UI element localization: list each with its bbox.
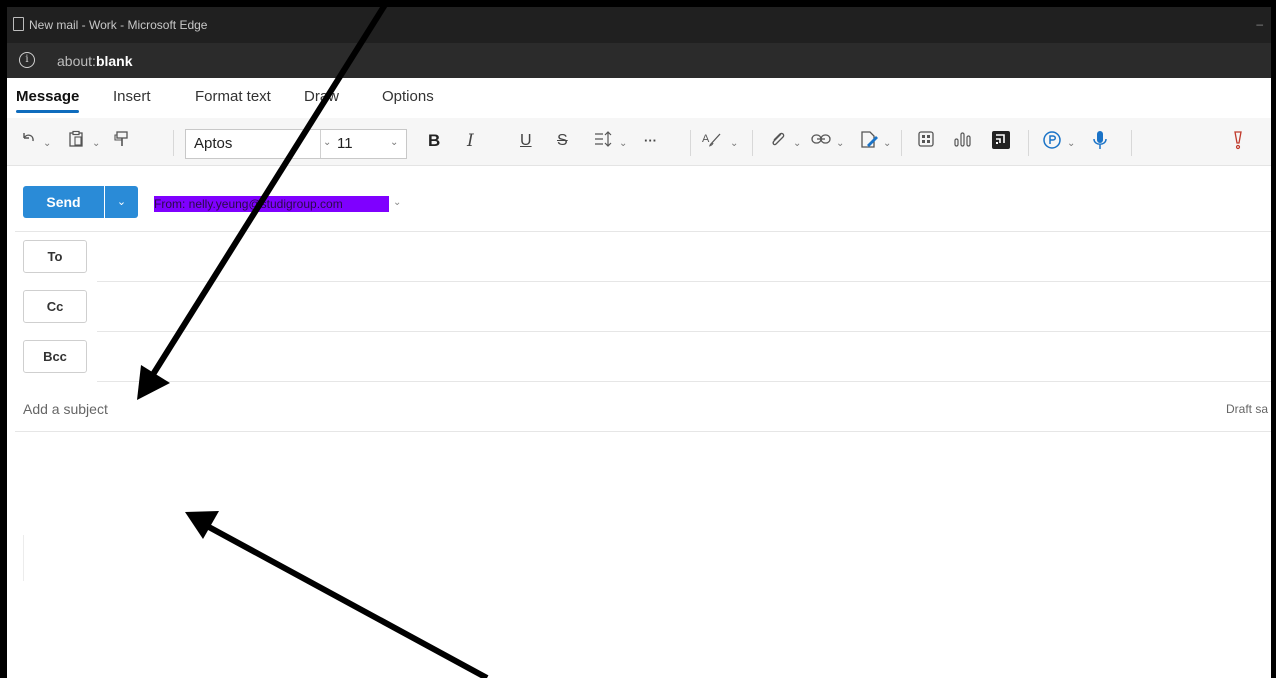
- format-painter-button[interactable]: [113, 130, 131, 155]
- signature-button[interactable]: [859, 130, 879, 157]
- signature-icon: [861, 131, 878, 148]
- title-bar: New mail - Work - Microsoft Edge –: [7, 7, 1271, 43]
- viva-icon: [992, 131, 1010, 149]
- draft-status: Draft sa: [1226, 402, 1269, 416]
- dictate-button[interactable]: [1092, 130, 1108, 157]
- font-picker[interactable]: Aptos ⌄ 11 ⌄: [185, 129, 407, 159]
- link-button[interactable]: [811, 130, 831, 155]
- apps-button[interactable]: [917, 130, 935, 155]
- to-button[interactable]: To: [23, 240, 87, 273]
- info-icon[interactable]: i: [19, 52, 35, 68]
- send-options-button[interactable]: ⌄: [105, 186, 138, 218]
- subject-input[interactable]: Add a subject: [23, 401, 108, 417]
- divider: [97, 381, 1271, 382]
- link-chevron-icon[interactable]: ⌄: [836, 133, 844, 155]
- from-chevron-icon[interactable]: ⌄: [393, 197, 401, 208]
- send-button[interactable]: Send: [23, 186, 104, 218]
- line-spacing-chevron-icon[interactable]: ⌄: [619, 133, 627, 155]
- message-body[interactable]: [15, 433, 1271, 678]
- paste-button[interactable]: [67, 130, 85, 155]
- styles-icon: A: [702, 133, 721, 147]
- attach-button[interactable]: [769, 130, 787, 155]
- undo-chevron-icon[interactable]: ⌄: [43, 133, 51, 155]
- poll-button[interactable]: [953, 130, 973, 155]
- document-icon: [13, 17, 24, 31]
- cc-button[interactable]: Cc: [23, 290, 87, 323]
- tab-format-text[interactable]: Format text: [195, 88, 271, 105]
- importance-icon: [1234, 131, 1242, 150]
- paste-icon: [69, 130, 83, 147]
- url-prefix: about:: [57, 53, 96, 69]
- body-caret: [23, 535, 24, 581]
- copilot-chevron-icon[interactable]: ⌄: [1067, 133, 1075, 155]
- address-bar[interactable]: i about:blank: [7, 43, 1271, 78]
- more-options-button[interactable]: ···: [644, 130, 657, 152]
- divider: [15, 231, 1271, 232]
- tab-insert[interactable]: Insert: [113, 88, 151, 105]
- poll-icon: [954, 132, 971, 147]
- copilot-button[interactable]: [1042, 130, 1062, 157]
- viva-button[interactable]: [991, 130, 1011, 157]
- font-size[interactable]: 11: [337, 135, 353, 152]
- from-field[interactable]: From: nelly.yeung@studigroup.com: [154, 196, 389, 212]
- importance-button[interactable]: [1232, 130, 1244, 157]
- undo-button[interactable]: [19, 130, 37, 155]
- styles-button[interactable]: A: [701, 130, 723, 155]
- browser-window: New mail - Work - Microsoft Edge – i abo…: [7, 7, 1271, 678]
- bold-button[interactable]: B: [428, 130, 440, 152]
- window-title: New mail - Work - Microsoft Edge: [29, 18, 208, 32]
- link-icon: [811, 134, 831, 144]
- svg-text:A: A: [702, 133, 710, 145]
- bcc-button[interactable]: Bcc: [23, 340, 87, 373]
- line-spacing-icon: [595, 131, 612, 147]
- font-size-chevron-icon[interactable]: ⌄: [390, 137, 398, 148]
- divider: [15, 431, 1271, 432]
- divider: [97, 281, 1271, 282]
- url-text[interactable]: about:blank: [57, 53, 133, 69]
- divider: [97, 331, 1271, 332]
- signature-chevron-icon[interactable]: ⌄: [883, 133, 891, 155]
- strikethrough-button[interactable]: S: [557, 130, 568, 152]
- minimize-button[interactable]: –: [1256, 17, 1263, 31]
- tab-message[interactable]: Message: [16, 88, 80, 113]
- attach-icon: [772, 132, 785, 146]
- tab-draw[interactable]: Draw: [304, 88, 339, 105]
- formatting-toolbar: ⌄ ⌄ Aptos ⌄ 11 ⌄ B I U S ⌄ ··· A ⌄ ⌄ ⌄ ⌄…: [7, 118, 1271, 166]
- dictate-icon: [1093, 131, 1107, 149]
- underline-button[interactable]: U: [520, 130, 532, 152]
- attach-chevron-icon[interactable]: ⌄: [793, 133, 801, 155]
- styles-chevron-icon[interactable]: ⌄: [730, 133, 738, 155]
- ribbon-tabs: Message Insert Format text Draw Options: [7, 78, 1271, 118]
- paste-chevron-icon[interactable]: ⌄: [92, 133, 100, 155]
- copilot-icon: [1043, 131, 1061, 149]
- undo-icon: [23, 133, 34, 142]
- tab-options[interactable]: Options: [382, 88, 434, 105]
- url-host: blank: [95, 53, 133, 69]
- font-chevron-icon[interactable]: ⌄: [323, 137, 331, 148]
- font-name: Aptos: [194, 135, 233, 152]
- format-painter-icon: [114, 131, 128, 146]
- italic-button[interactable]: I: [467, 130, 474, 152]
- chevron-down-icon: ⌄: [116, 196, 127, 208]
- apps-icon: [918, 131, 934, 147]
- line-spacing-button[interactable]: [593, 130, 613, 155]
